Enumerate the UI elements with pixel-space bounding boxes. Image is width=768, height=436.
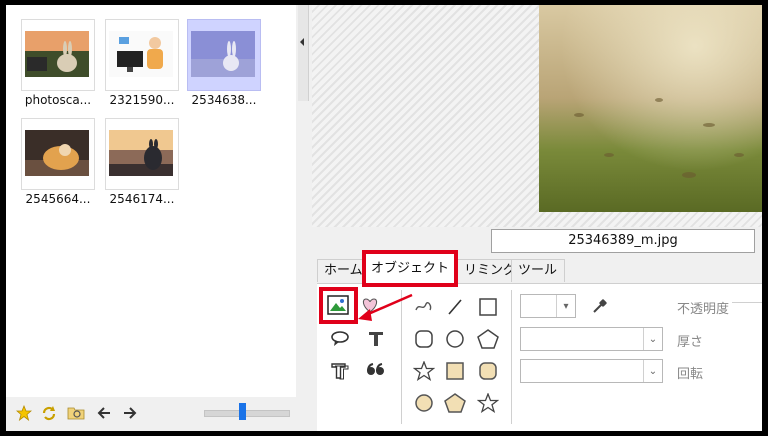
opacity-label: 不透明度 — [677, 302, 730, 317]
thumbnail-caption: 2545664... — [25, 192, 91, 206]
thumbnail-2[interactable]: 2321590... — [105, 19, 179, 111]
rotation-label: 回転 — [677, 367, 704, 382]
tab-tools[interactable]: ツール — [511, 259, 565, 282]
thumbnail-image — [25, 130, 89, 176]
outlined-text-button[interactable] — [327, 358, 353, 384]
tab-home[interactable]: ホーム — [317, 259, 367, 282]
rotation-dropdown[interactable]: ⌄ — [520, 359, 663, 383]
collapse-arrow-icon[interactable] — [300, 38, 304, 46]
thickness-label: 厚さ — [677, 335, 704, 350]
thickness-dropdown[interactable]: ⌄ — [520, 327, 663, 351]
scrollbar[interactable] — [298, 5, 309, 101]
chevron-down-icon[interactable]: ▾ — [556, 295, 575, 317]
browser-toolbar — [6, 397, 302, 431]
folder-search-icon[interactable] — [66, 403, 86, 423]
color-dropdown[interactable]: ▾ — [520, 294, 576, 318]
thumbnail-1[interactable]: photosca... — [21, 19, 95, 111]
tab-trimming[interactable]: リミング — [457, 259, 515, 282]
rotate-icon[interactable] — [39, 403, 59, 423]
thumbnail-image — [109, 31, 173, 77]
quote-button[interactable] — [363, 358, 389, 384]
filled-pentagon-tool-button[interactable] — [442, 390, 468, 416]
preview-image — [539, 5, 762, 212]
filled-ellipse-tool-button[interactable] — [411, 390, 437, 416]
panel-splitter[interactable] — [296, 5, 310, 397]
thumbnail-image — [25, 31, 89, 77]
chevron-down-icon[interactable]: ⌄ — [643, 328, 662, 350]
thumbnail-caption: 2321590... — [109, 93, 175, 107]
forward-arrow-icon[interactable] — [120, 403, 140, 423]
annotation-arrow — [358, 293, 413, 321]
thumbnail-caption: photosca... — [24, 93, 92, 107]
preview-filename: 25346389_m.jpg — [491, 229, 755, 253]
filled-star-tool-button[interactable] — [475, 390, 501, 416]
file-browser: photosca... 2321590... 2534638... 254566… — [6, 5, 296, 397]
rectangle-tool-button[interactable] — [475, 294, 501, 320]
thumbnail-image — [109, 130, 173, 176]
thumbnail-size-slider[interactable] — [204, 410, 290, 417]
star-tool-button[interactable] — [411, 358, 437, 384]
app-window: photosca... 2321590... 2534638... 254566… — [6, 5, 762, 431]
chevron-down-icon[interactable]: ⌄ — [643, 360, 662, 382]
back-arrow-icon[interactable] — [94, 403, 114, 423]
star-icon[interactable] — [14, 403, 34, 423]
thumbnail-caption: 2546174... — [109, 192, 175, 206]
ellipse-tool-button[interactable] — [442, 326, 468, 352]
slider-thumb[interactable] — [238, 403, 246, 420]
filled-rect-tool-button[interactable] — [442, 358, 468, 384]
thumbnail-5[interactable]: 2546174... — [105, 118, 179, 210]
thumbnail-4[interactable]: 2545664... — [21, 118, 95, 210]
thumbnail-caption: 2534638... — [191, 93, 257, 107]
eyedropper-icon[interactable] — [587, 293, 613, 319]
filled-rounded-rect-tool-button[interactable] — [475, 358, 501, 384]
line-tool-button[interactable] — [442, 294, 468, 320]
thumbnail-image — [191, 31, 255, 77]
pentagon-tool-button[interactable] — [475, 326, 501, 352]
thumbnail-3-selected[interactable]: 2534638... — [187, 19, 261, 111]
tab-object[interactable]: オブジェクト — [362, 250, 458, 287]
